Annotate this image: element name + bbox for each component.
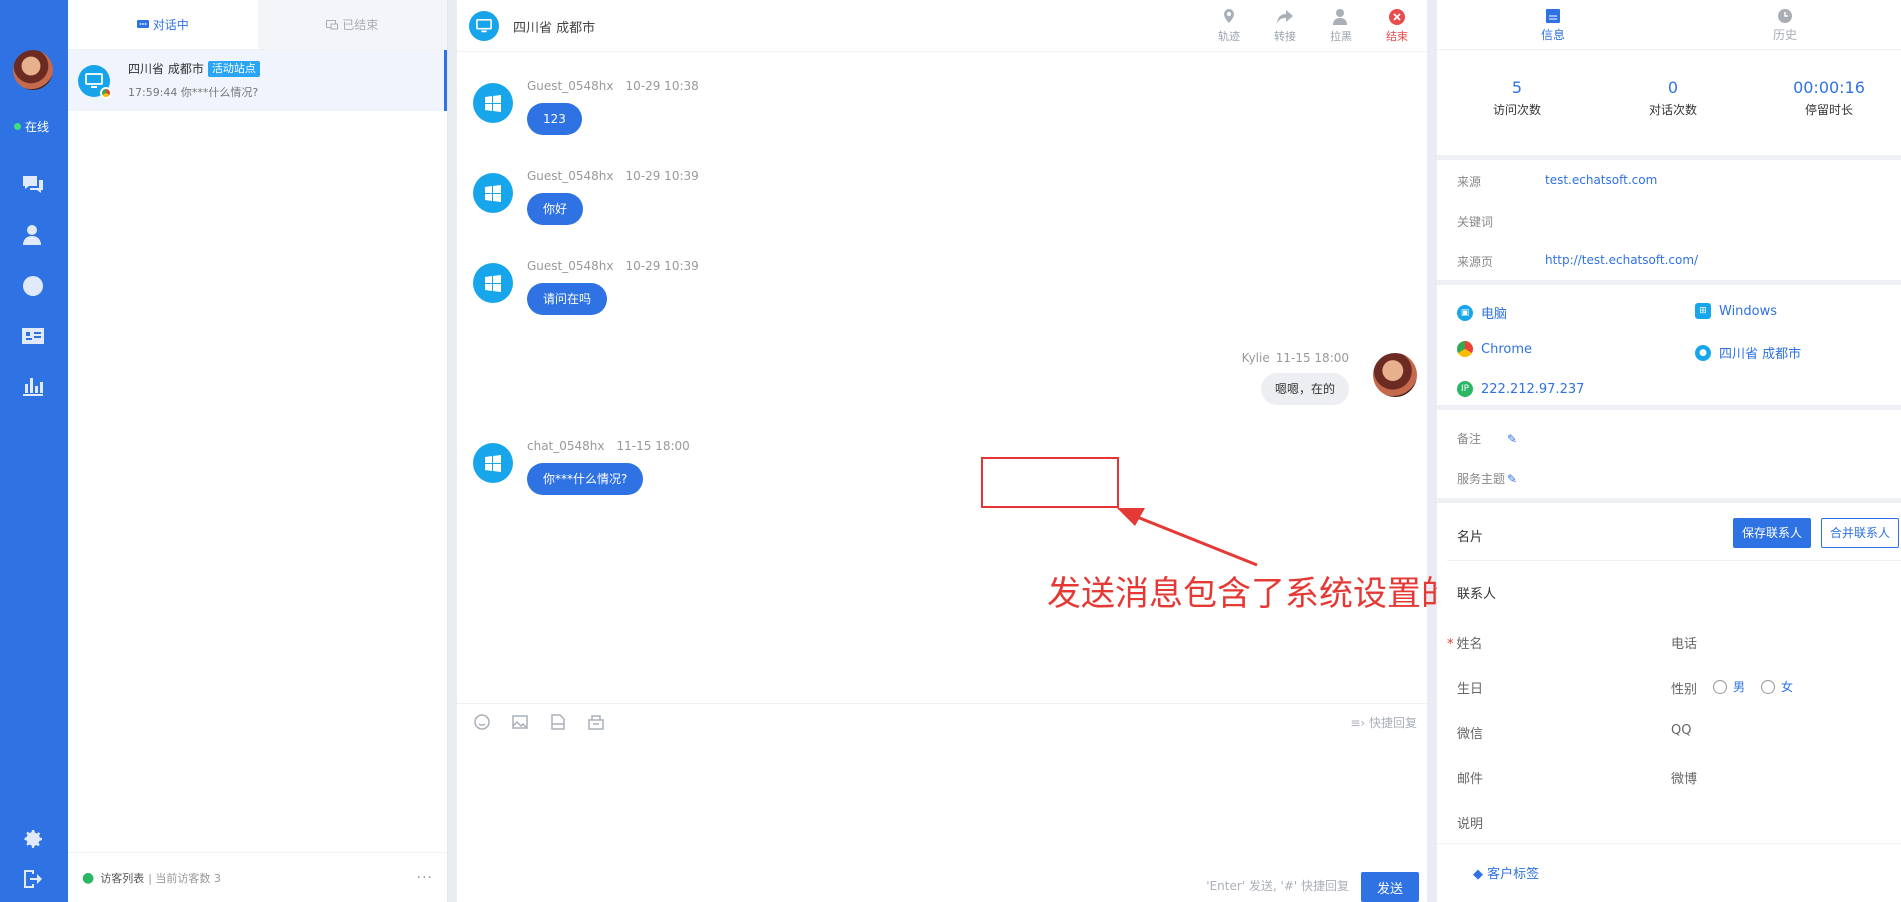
business-card-panel: 名片 保存联系人 合并联系人 联系人 * 姓名 电话 生日 性别男女 微信 QQ … — [1437, 503, 1901, 902]
info-card-icon — [1546, 9, 1560, 23]
stat-visits: 5 访问次数 — [1492, 78, 1541, 117]
online-status[interactable]: 在线 — [14, 118, 49, 135]
source-page-row: 来源页 http://test.echatsoft.com/ — [1457, 253, 1699, 269]
edit-topic-icon[interactable]: ✎ — [1507, 472, 1517, 486]
wechat-field[interactable]: 微信 — [1457, 723, 1483, 742]
tab-ended-chats[interactable]: 已结束 — [257, 0, 447, 49]
qq-field[interactable]: QQ — [1671, 723, 1691, 738]
tab-history[interactable]: 历史 — [1669, 0, 1901, 49]
required-mark: * — [1447, 637, 1454, 652]
history-clock-icon — [1778, 9, 1792, 23]
active-site-badge: 活动站点 — [207, 60, 260, 77]
history-icon[interactable] — [20, 273, 46, 299]
birthday-field[interactable]: 生日 — [1457, 678, 1483, 697]
device-type: ▣ 电脑 — [1457, 303, 1507, 322]
source-row: 来源 test.echatsoft.com — [1457, 173, 1658, 189]
visitor-list-label: 访客列表 — [100, 871, 145, 885]
divider — [1447, 560, 1901, 561]
send-button[interactable]: 发送 — [1361, 872, 1419, 902]
region: ● 四川省 成都市 — [1695, 343, 1801, 362]
ip-badge-icon: IP — [1457, 381, 1473, 397]
gender-female-radio[interactable]: 女 — [1761, 678, 1793, 695]
contacts-icon[interactable] — [20, 323, 46, 349]
chat-panel: 四川省 成都市 轨迹 转接 拉黑 结束 Guest_0548hx 10-29 10… — [457, 0, 1625, 902]
file-icon[interactable] — [549, 713, 567, 731]
emoji-icon[interactable] — [473, 713, 491, 731]
screenshot-icon[interactable] — [587, 713, 605, 731]
os-type: ⊞ Windows — [1695, 303, 1777, 319]
conversation-preview: 17:59:44 你***什么情况? — [128, 86, 259, 99]
phone-field[interactable]: 电话 — [1671, 633, 1697, 652]
logout-icon[interactable] — [20, 866, 46, 892]
chat-bubble-icon — [136, 19, 149, 28]
app-root: 在线 对话中 已结束 四川省 成都市 活动站点 17:59:44 你***什么情况… — [0, 0, 1901, 902]
footprint-icon: ● — [82, 869, 95, 886]
ip-address: IP 222.212.97.237 — [1457, 381, 1584, 397]
description-field[interactable]: 说明 — [1457, 813, 1483, 832]
ended-chat-icon — [326, 19, 339, 29]
online-dot — [14, 123, 21, 130]
visitor-icon[interactable] — [20, 222, 46, 248]
conversation-list-panel: 对话中 已结束 四川省 成都市 活动站点 17:59:44 你***什么情况? ●… — [68, 0, 448, 902]
chrome-icon — [1457, 341, 1473, 357]
left-rail: 在线 — [0, 0, 68, 902]
gender-field: 性别男女 — [1671, 678, 1794, 698]
send-hint: 'Enter' 发送, '#' 快捷回复 — [1206, 879, 1349, 893]
card-section-label: 名片 — [1457, 530, 1484, 545]
chat-icon[interactable] — [20, 171, 46, 197]
service-topic-row[interactable]: 服务主题 ✎ — [1457, 470, 1517, 487]
chrome-icon — [100, 87, 112, 99]
visitor-info-panel: 信息 历史 5 访问次数 0 对话次数 00:00:16 停留时长 来源 test.ec… — [1437, 0, 1901, 902]
tag-icon: ◆ — [1473, 867, 1488, 882]
tab-info[interactable]: 信息 — [1437, 0, 1669, 49]
chat-toolbar: ≡› 快捷回复 — [457, 703, 1427, 739]
visit-stats-card: 5 访问次数 0 对话次数 00:00:16 停留时长 — [1437, 50, 1901, 155]
windows-icon: ⊞ — [1695, 303, 1711, 319]
agent-avatar[interactable] — [13, 50, 53, 90]
visitor-list-footer[interactable]: ● 访客列表 | 当前访客数 3 ··· — [68, 852, 447, 902]
source-page-link[interactable]: http://test.echatsoft.com/ — [1545, 253, 1698, 267]
source-card: 来源 test.echatsoft.com 关键词 来源页 http://test.… — [1437, 160, 1901, 280]
stat-duration: 00:00:16 停留时长 — [1793, 78, 1865, 117]
quick-reply-button[interactable]: ≡› 快捷回复 — [1350, 714, 1417, 731]
source-link[interactable]: test.echatsoft.com — [1545, 173, 1657, 187]
name-field[interactable]: * 姓名 — [1447, 633, 1483, 652]
edit-remark-icon[interactable]: ✎ — [1507, 432, 1517, 446]
stat-chats: 0 对话次数 — [1648, 78, 1697, 117]
merge-contact-button[interactable]: 合并联系人 — [1821, 518, 1900, 548]
stats-icon[interactable] — [20, 373, 46, 399]
divider — [1437, 843, 1901, 844]
device-card: ▣ 电脑 ⊞ Windows Chrome ● 四川省 成都市 IP 222.212.9… — [1437, 285, 1901, 405]
remark-card: 备注 ✎ 服务主题 ✎ — [1437, 410, 1901, 498]
keyword-row: 关键词 — [1457, 215, 1494, 229]
save-contact-button[interactable]: 保存联系人 — [1733, 518, 1812, 548]
email-field[interactable]: 邮件 — [1457, 768, 1483, 787]
contact-title: 联系人 — [1457, 587, 1497, 602]
visitor-count: | 当前访客数 3 — [148, 871, 221, 885]
more-icon[interactable]: ··· — [417, 870, 433, 886]
tab-active-chats[interactable]: 对话中 — [68, 0, 258, 49]
conversation-title: 四川省 成都市 活动站点 — [128, 60, 260, 77]
settings-icon[interactable] — [20, 826, 46, 852]
gender-male-radio[interactable]: 男 — [1713, 678, 1745, 695]
remark-row[interactable]: 备注 ✎ — [1457, 430, 1517, 447]
location-pin-icon: ● — [1695, 344, 1711, 361]
customer-tags[interactable]: ◆ 客户标签 — [1473, 863, 1539, 882]
conversation-tabs: 对话中 已结束 — [68, 0, 447, 50]
browser-type: Chrome — [1457, 341, 1532, 357]
conversation-item[interactable]: 四川省 成都市 活动站点 17:59:44 你***什么情况? — [68, 50, 447, 111]
info-tabs: 信息 历史 — [1437, 0, 1901, 50]
quick-reply-icon: ≡› — [1350, 716, 1369, 730]
desktop-icon: ▣ — [1457, 304, 1473, 321]
weibo-field[interactable]: 微博 — [1671, 768, 1697, 787]
image-icon[interactable] — [511, 713, 529, 731]
